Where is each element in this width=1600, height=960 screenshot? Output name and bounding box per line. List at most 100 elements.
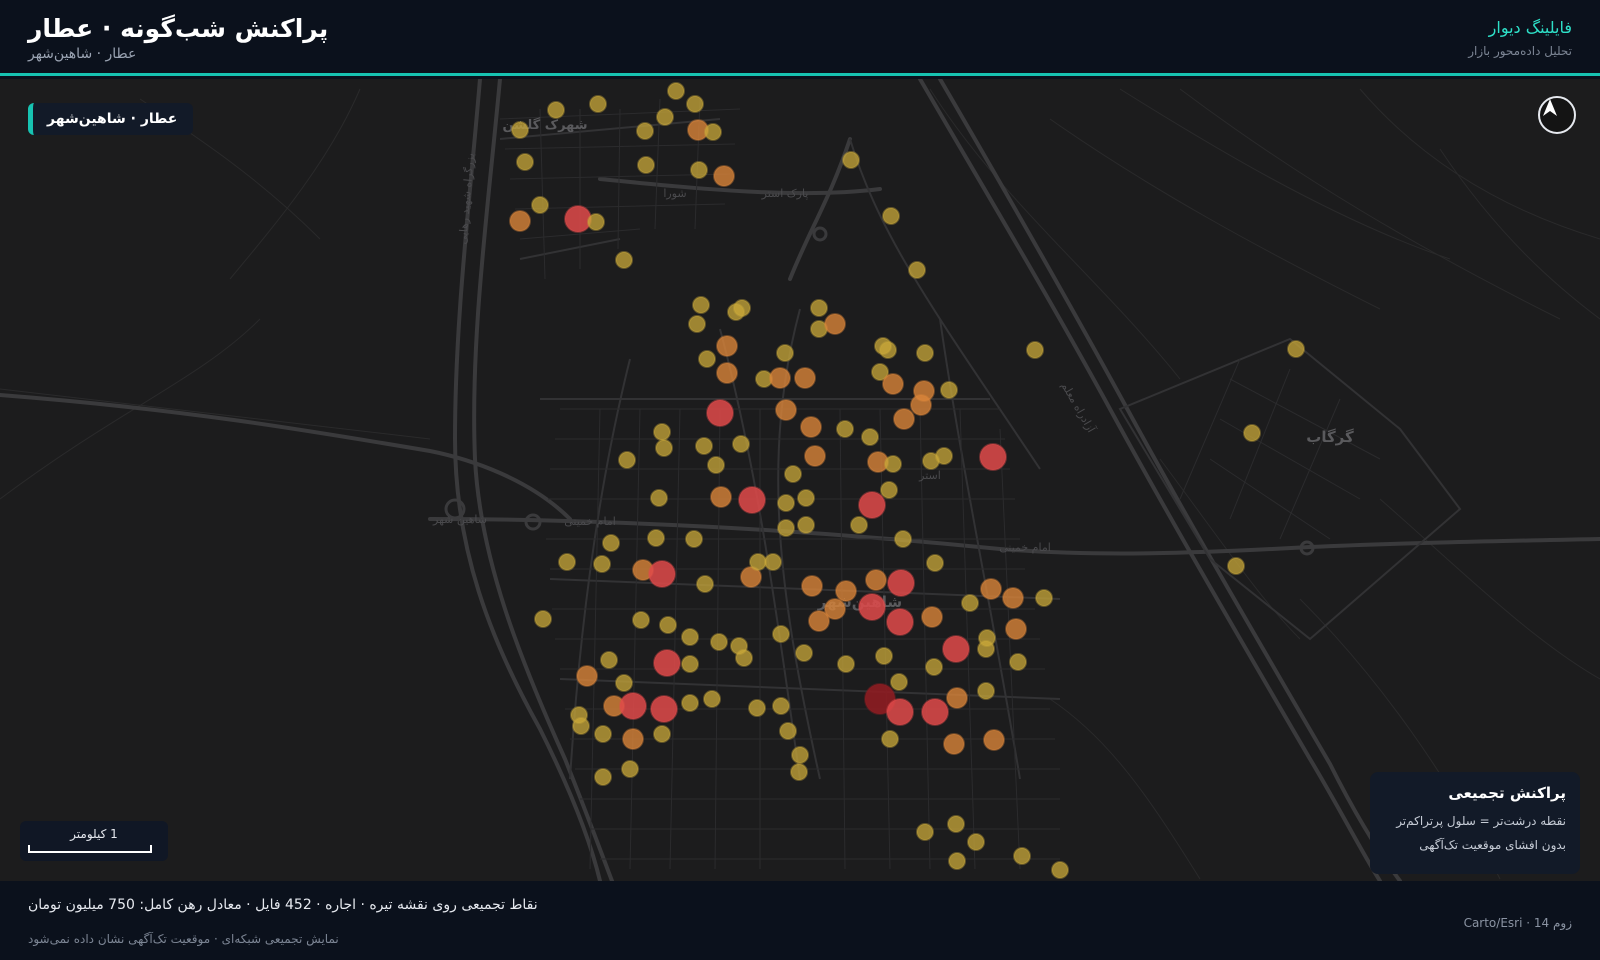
density-dot bbox=[589, 95, 607, 113]
density-dot bbox=[1026, 341, 1044, 359]
density-dot bbox=[921, 698, 949, 726]
density-dot bbox=[564, 205, 592, 233]
map-legend: پراکنش تجمیعی نقطه درشت‌تر = سلول پرتراک… bbox=[1370, 772, 1580, 874]
density-dot bbox=[875, 647, 893, 665]
density-dot bbox=[713, 165, 735, 187]
density-dot bbox=[653, 725, 671, 743]
density-dot bbox=[943, 733, 965, 755]
area-chip: عطار · شاهین‌شهر bbox=[28, 103, 194, 135]
density-dot bbox=[1051, 861, 1069, 879]
density-dot bbox=[779, 722, 797, 740]
density-dot bbox=[978, 629, 996, 647]
density-dot bbox=[690, 161, 708, 179]
density-dot bbox=[879, 341, 897, 359]
density-dot bbox=[842, 151, 860, 169]
density-dot bbox=[967, 833, 985, 851]
density-dot bbox=[558, 553, 576, 571]
page-title: پراکنش شب‌گونه · عطار bbox=[28, 14, 329, 43]
density-dot bbox=[777, 519, 795, 537]
density-dot bbox=[1013, 847, 1031, 865]
density-dot bbox=[681, 655, 699, 673]
density-dot bbox=[695, 437, 713, 455]
brand-name[interactable]: فایلینگ دیوار bbox=[1489, 18, 1572, 37]
density-dot bbox=[509, 210, 531, 232]
density-dot bbox=[1035, 589, 1053, 607]
scale-bar: 1 کیلومتر bbox=[20, 821, 168, 861]
density-dot bbox=[772, 697, 790, 715]
density-dot bbox=[804, 445, 826, 467]
density-dot bbox=[882, 207, 900, 225]
density-dot bbox=[837, 655, 855, 673]
density-dot bbox=[824, 313, 846, 335]
label-imam-khomeini-east: امام خمینی bbox=[999, 541, 1051, 554]
density-dot bbox=[688, 315, 706, 333]
density-dot bbox=[667, 82, 685, 100]
density-dot bbox=[893, 408, 915, 430]
density-dot bbox=[769, 367, 791, 389]
density-dot bbox=[795, 644, 813, 662]
density-dot bbox=[637, 156, 655, 174]
density-dot bbox=[534, 610, 552, 628]
label-sura: شورا bbox=[663, 187, 686, 200]
density-dot bbox=[916, 823, 934, 841]
density-dot bbox=[653, 423, 671, 441]
density-dot bbox=[692, 296, 710, 314]
density-dot bbox=[1005, 618, 1027, 640]
density-dot bbox=[621, 760, 639, 778]
density-dot bbox=[735, 649, 753, 667]
density-dot bbox=[801, 575, 823, 597]
density-dot bbox=[850, 516, 868, 534]
density-dot bbox=[716, 335, 738, 357]
density-dot bbox=[880, 481, 898, 499]
app-footer: نقاط تجمیعی روی نقشه تیره · اجاره · 452 … bbox=[0, 881, 1600, 960]
density-dot bbox=[980, 578, 1002, 600]
density-dot bbox=[615, 674, 633, 692]
density-dot bbox=[836, 420, 854, 438]
density-dot bbox=[593, 555, 611, 573]
density-dot bbox=[704, 123, 722, 141]
north-arrow-button[interactable] bbox=[1538, 96, 1576, 134]
density-dot bbox=[547, 101, 565, 119]
density-dot bbox=[748, 699, 766, 717]
density-dot bbox=[908, 261, 926, 279]
density-dot bbox=[659, 616, 677, 634]
density-dot bbox=[926, 554, 944, 572]
density-dot bbox=[800, 416, 822, 438]
density-dot bbox=[615, 251, 633, 269]
legend-line-size: نقطه درشت‌تر = سلول پرتراکم‌تر bbox=[1396, 814, 1566, 828]
density-dot bbox=[1009, 653, 1027, 671]
density-dot bbox=[884, 455, 902, 473]
density-dot bbox=[681, 694, 699, 712]
map-basemap: شهرک گلشن شاهین‌شهر گرگاب امام خمینی اما… bbox=[0, 79, 1600, 881]
density-dot bbox=[791, 746, 809, 764]
area-chip-label: عطار · شاهین‌شهر bbox=[47, 111, 178, 127]
density-dot bbox=[961, 594, 979, 612]
density-dot bbox=[706, 399, 734, 427]
page-subtitle: عطار · شاهین‌شهر bbox=[28, 46, 137, 62]
label-imam-khomeini-west: امام خمینی bbox=[564, 515, 616, 528]
density-dot bbox=[698, 350, 716, 368]
legend-line-privacy: بدون افشای موقعیت تک‌آگهی bbox=[1419, 838, 1566, 852]
density-dot bbox=[1243, 424, 1261, 442]
density-dot bbox=[600, 651, 618, 669]
density-dot bbox=[865, 569, 887, 591]
density-dot bbox=[790, 763, 808, 781]
density-dot bbox=[824, 598, 846, 620]
scale-bar-line bbox=[28, 845, 152, 853]
density-dot bbox=[594, 768, 612, 786]
density-dot bbox=[794, 367, 816, 389]
brand-tagline: تحلیل داده‌محور بازار bbox=[1468, 44, 1572, 58]
density-dot bbox=[977, 682, 995, 700]
density-dot bbox=[776, 344, 794, 362]
map-attribution[interactable]: Carto/Esri · زوم 14 bbox=[1464, 916, 1572, 930]
density-dot bbox=[647, 529, 665, 547]
density-dot bbox=[703, 690, 721, 708]
density-dot bbox=[648, 560, 676, 588]
density-dot bbox=[886, 608, 914, 636]
label-shahin-shahr-road: شاهین شهر bbox=[432, 513, 487, 526]
density-dot bbox=[858, 491, 886, 519]
density-dot bbox=[916, 344, 934, 362]
density-dot bbox=[727, 303, 745, 321]
density-map[interactable]: شهرک گلشن شاهین‌شهر گرگاب امام خمینی اما… bbox=[0, 79, 1600, 881]
density-dot bbox=[946, 687, 968, 709]
